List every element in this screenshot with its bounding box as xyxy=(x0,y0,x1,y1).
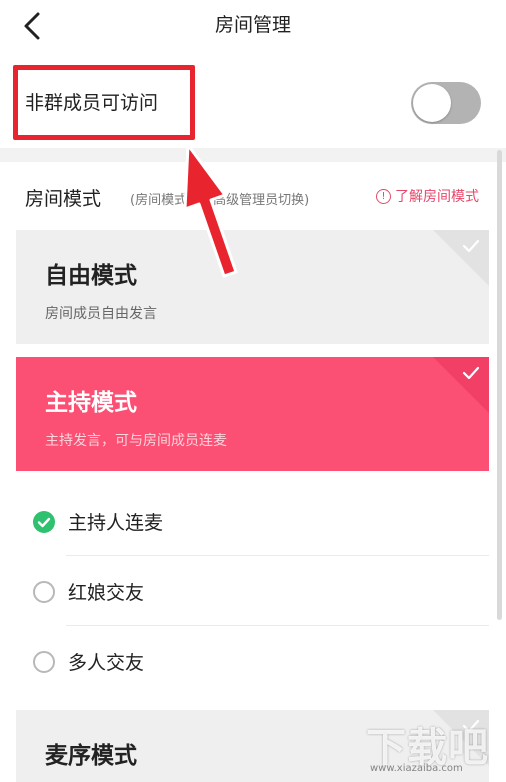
header: 房间管理 xyxy=(0,0,506,52)
radio-unchecked-icon[interactable] xyxy=(33,581,55,603)
annotation-highlight-box xyxy=(13,65,195,140)
toggle-knob xyxy=(413,84,451,122)
mode-card-free[interactable]: 自由模式 房间成员自由发言 xyxy=(16,230,489,344)
mode-card-order[interactable]: 麦序模式 xyxy=(16,710,489,782)
learn-room-mode-label: 了解房间模式 xyxy=(395,189,479,205)
check-icon xyxy=(37,517,51,528)
mode-desc-free: 房间成员自由发言 xyxy=(45,306,157,322)
radio-unchecked-icon[interactable] xyxy=(33,651,55,673)
check-icon xyxy=(462,719,480,733)
radio-checked-icon[interactable] xyxy=(33,511,55,533)
mode-desc-host: 主持发言，可与房间成员连麦 xyxy=(45,433,227,449)
option-label: 多人交友 xyxy=(68,652,145,674)
option-label: 主持人连麦 xyxy=(68,512,164,534)
mode-title-order: 麦序模式 xyxy=(45,743,137,769)
mode-title-free: 自由模式 xyxy=(45,263,137,289)
learn-room-mode-link[interactable]: ! 了解房间模式 xyxy=(376,186,479,206)
option-label: 红娘交友 xyxy=(68,582,145,604)
host-option-host-link[interactable]: 主持人连麦 xyxy=(16,486,489,556)
host-option-multi-friends[interactable]: 多人交友 xyxy=(16,626,489,696)
mode-title-host: 主持模式 xyxy=(45,390,137,416)
room-management-screen: 房间管理 非群成员可访问 房间模式 (房间模式仅由高级管理员切换) ! 了解房间… xyxy=(0,0,506,782)
visitor-access-toggle[interactable] xyxy=(411,82,481,124)
host-option-matchmaker[interactable]: 红娘交友 xyxy=(16,556,489,626)
info-icon: ! xyxy=(376,188,391,204)
page-title: 房间管理 xyxy=(214,14,291,36)
check-icon xyxy=(462,366,480,380)
check-icon xyxy=(462,239,480,253)
room-mode-hint: (房间模式仅由高级管理员切换) xyxy=(130,193,310,208)
room-mode-title: 房间模式 xyxy=(25,188,102,210)
section-divider xyxy=(0,148,506,162)
mode-card-host[interactable]: 主持模式 主持发言，可与房间成员连麦 xyxy=(16,357,489,471)
scrollbar[interactable] xyxy=(497,150,502,620)
